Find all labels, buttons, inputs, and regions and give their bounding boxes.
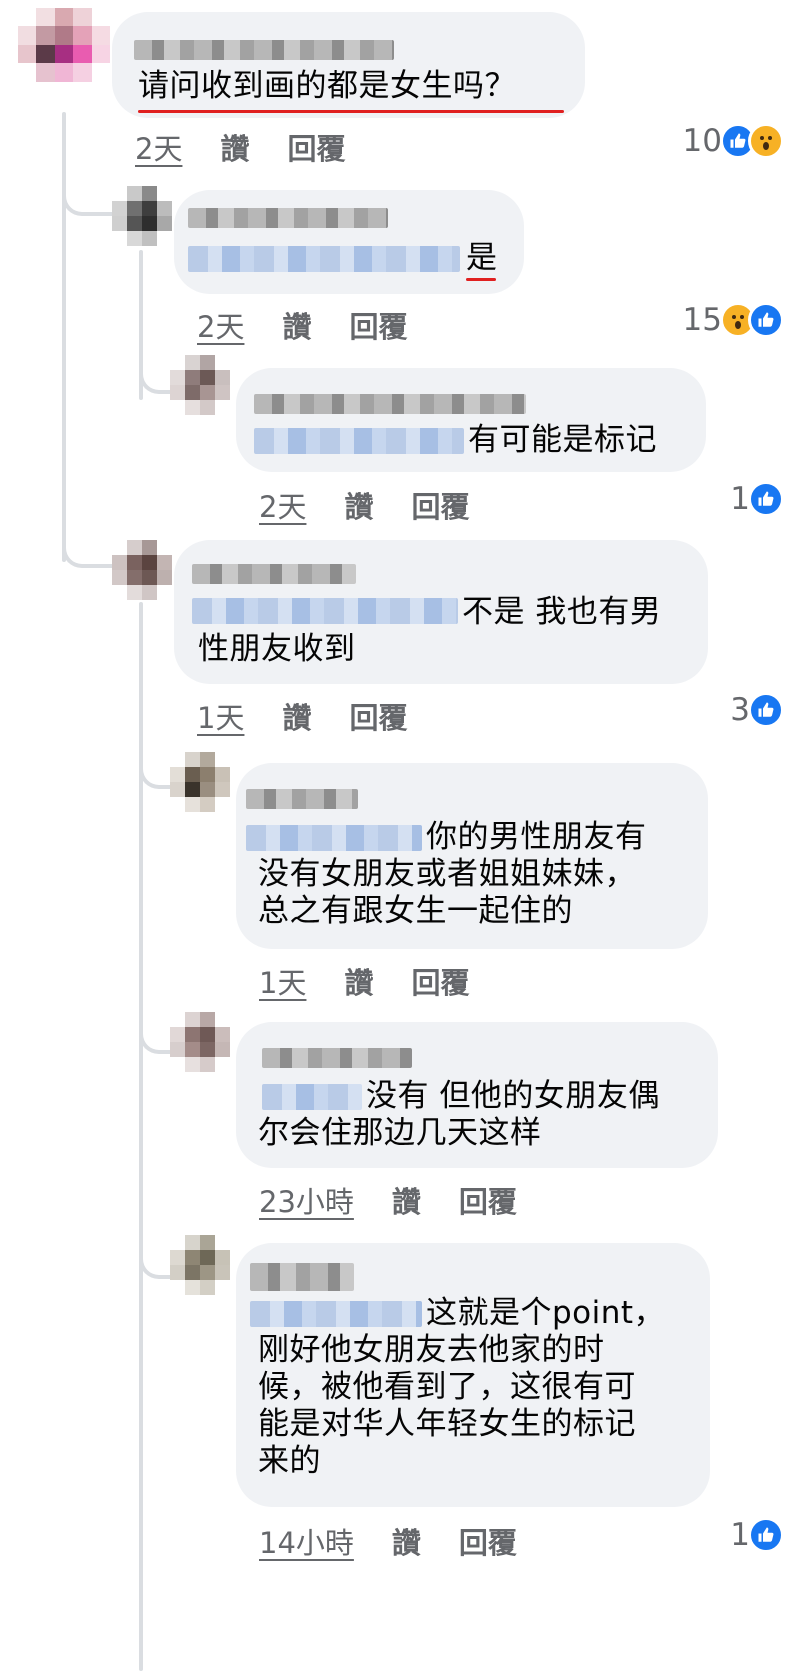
reply-button[interactable]: 回覆: [287, 126, 345, 168]
commenter-name[interactable]: [250, 1263, 354, 1291]
comment-text: 没有 但他的女朋友偶 尔会住那边几天这样: [258, 1078, 660, 1151]
like-icon: [748, 481, 784, 517]
timestamp-link[interactable]: 1天: [259, 960, 306, 1002]
reaction-summary[interactable]: 10: [683, 123, 784, 159]
comment-text: 是: [466, 240, 498, 276]
thread-connector: [139, 350, 173, 394]
comment-text: 不是 我也有男 性朋友收到: [198, 594, 662, 667]
reply-button[interactable]: 回覆: [349, 695, 407, 737]
comment-text: 这就是个point， 刚好他女朋友去他家的时 候，被他看到了，这很有可 能是对华…: [258, 1295, 666, 1479]
reaction-summary[interactable]: 1: [730, 1517, 784, 1553]
commenter-name[interactable]: [262, 1048, 412, 1068]
reaction-summary[interactable]: 3: [730, 692, 784, 728]
comment-text: 你的男性朋友有 没有女朋友或者姐姐妹妹， 总之有跟女生一起住的: [258, 819, 647, 929]
thread-connector: [139, 1010, 173, 1054]
timestamp-link[interactable]: 14小時: [259, 1520, 354, 1562]
like-button[interactable]: 讚: [220, 126, 249, 168]
red-underline: [138, 110, 564, 113]
avatar[interactable]: [170, 355, 230, 415]
comment-bubble: 没有 但他的女朋友偶 尔会住那边几天这样: [236, 1022, 718, 1168]
comment-actions: 2天 讚 回覆: [259, 484, 469, 526]
wow-icon: [748, 123, 784, 159]
timestamp-link[interactable]: 2天: [197, 304, 244, 346]
comment-bubble: 请问收到画的都是女生吗？: [112, 12, 585, 118]
avatar[interactable]: [18, 8, 110, 100]
comment-actions: 23小時 讚 回覆: [259, 1179, 517, 1221]
commenter-name[interactable]: [246, 789, 358, 809]
reply-button[interactable]: 回覆: [459, 1520, 517, 1562]
mention-link[interactable]: [254, 428, 464, 454]
reply-button[interactable]: 回覆: [411, 960, 469, 1002]
reaction-count: 10: [682, 123, 722, 159]
commenter-name[interactable]: [254, 394, 526, 414]
like-button[interactable]: 讚: [344, 960, 373, 1002]
timestamp-link[interactable]: 1天: [197, 695, 244, 737]
comment-bubble: 这就是个point， 刚好他女朋友去他家的时 候，被他看到了，这很有可 能是对华…: [236, 1243, 710, 1507]
reaction-summary[interactable]: 1: [730, 481, 784, 517]
reply-button[interactable]: 回覆: [459, 1179, 517, 1221]
avatar[interactable]: [170, 1235, 230, 1295]
like-button[interactable]: 讚: [392, 1179, 421, 1221]
thread-connector: [62, 520, 114, 568]
comment-actions: 14小時 讚 回覆: [259, 1520, 517, 1562]
comment-actions: 1天 讚 回覆: [197, 695, 407, 737]
reply-button[interactable]: 回覆: [411, 484, 469, 526]
like-button[interactable]: 讚: [392, 1520, 421, 1562]
thread-connector: [139, 745, 173, 789]
avatar[interactable]: [112, 186, 172, 246]
timestamp-link[interactable]: 23小時: [259, 1179, 354, 1221]
comment-actions: 1天 讚 回覆: [259, 960, 469, 1002]
like-button[interactable]: 讚: [282, 304, 311, 346]
reaction-count: 15: [682, 302, 722, 338]
reply-button[interactable]: 回覆: [349, 304, 407, 346]
avatar[interactable]: [112, 540, 172, 600]
commenter-name[interactable]: [192, 564, 356, 584]
thread-connector: [62, 168, 114, 216]
like-icon: [748, 692, 784, 728]
thread-connector: [139, 1235, 173, 1279]
comment-text: 请问收到画的都是女生吗？: [138, 68, 516, 104]
reaction-summary[interactable]: 15: [683, 302, 784, 338]
like-button[interactable]: 讚: [344, 484, 373, 526]
like-icon: [748, 302, 784, 338]
mention-link[interactable]: [188, 246, 460, 272]
comment-bubble: 不是 我也有男 性朋友收到: [174, 540, 708, 684]
comment-actions: 2天 讚 回覆: [197, 304, 407, 346]
comment-actions: 2天 讚 回覆: [135, 126, 345, 168]
comment-text: 有可能是标记: [468, 422, 657, 458]
commenter-name[interactable]: [134, 40, 394, 60]
red-underline: [466, 278, 496, 281]
comment-bubble: 是: [174, 190, 524, 294]
comment-bubble: 你的男性朋友有 没有女朋友或者姐姐妹妹， 总之有跟女生一起住的: [236, 763, 708, 949]
like-icon: [748, 1517, 784, 1553]
like-button[interactable]: 讚: [282, 695, 311, 737]
avatar[interactable]: [170, 1012, 230, 1072]
commenter-name[interactable]: [188, 208, 388, 228]
comment-bubble: 有可能是标记: [236, 368, 706, 472]
avatar[interactable]: [170, 752, 230, 812]
timestamp-link[interactable]: 2天: [135, 126, 182, 168]
timestamp-link[interactable]: 2天: [259, 484, 306, 526]
